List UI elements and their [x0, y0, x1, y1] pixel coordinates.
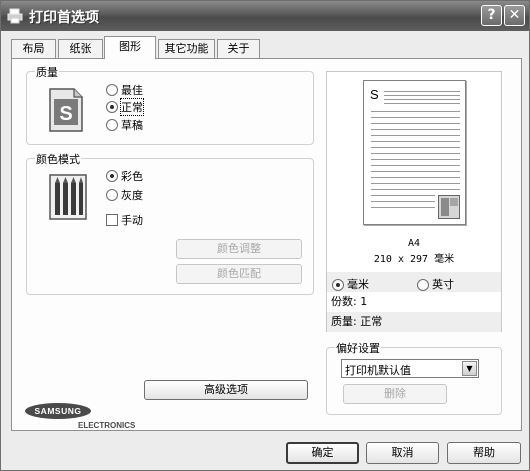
page-preview-letter: S: [370, 87, 379, 102]
delete-favorite-button[interactable]: 删除: [343, 384, 447, 404]
manual-label: 手动: [121, 214, 143, 227]
advanced-options-button[interactable]: 高级选项: [144, 380, 308, 400]
paper-name: A4: [407, 238, 421, 249]
radio-indicator-selected[interactable]: [106, 170, 118, 182]
tab-graphics[interactable]: 图形: [104, 36, 156, 59]
quality-normal-label: 正常: [120, 98, 144, 116]
toner-cartridges-icon: [49, 174, 87, 220]
radio-indicator[interactable]: [106, 84, 118, 96]
checkbox-indicator[interactable]: [106, 214, 118, 226]
help-button[interactable]: 帮助: [447, 442, 521, 464]
quality-draft-label: 草稿: [121, 119, 143, 132]
color-mode-group-label: 颜色模式: [35, 151, 81, 167]
quality-best-radio[interactable]: 最佳: [106, 82, 143, 98]
manual-checkbox[interactable]: 手动: [106, 212, 143, 228]
preview-panel: S A4 210 x 297 毫米 毫米 英寸 份数: 1 质量: 正常: [326, 71, 502, 332]
quality-draft-radio[interactable]: 草稿: [106, 117, 143, 133]
paper-size: 210 x 297 毫米: [373, 254, 455, 265]
radio-indicator[interactable]: [417, 279, 429, 291]
copies-info: 份数: 1: [331, 295, 368, 308]
title-bar[interactable]: 打印首选项 ? ✕: [1, 1, 529, 31]
cancel-button[interactable]: 取消: [366, 442, 439, 464]
quality-info: 质量: 正常: [327, 312, 501, 332]
favorites-group-label: 偏好设置: [335, 340, 381, 356]
page-preview: S: [363, 80, 466, 225]
quality-best-label: 最佳: [121, 84, 143, 97]
radio-indicator-selected[interactable]: [332, 279, 344, 291]
tab-layout[interactable]: 布局: [11, 39, 56, 58]
close-icon[interactable]: ✕: [504, 5, 525, 26]
color-adjust-button[interactable]: 颜色调整: [176, 239, 302, 259]
radio-indicator-selected[interactable]: [106, 101, 118, 113]
color-mode-grayscale-label: 灰度: [121, 189, 143, 202]
print-preferences-dialog: 打印首选项 ? ✕ 布局 纸张 图形 其它功能 关于 质量 S 最佳 正常 草稿…: [0, 0, 530, 471]
favorites-select[interactable]: 打印机默认值 ▼: [341, 359, 479, 378]
document-quality-icon: S: [49, 88, 83, 132]
chevron-down-icon[interactable]: ▼: [462, 361, 477, 376]
svg-text:ELECTRONICS: ELECTRONICS: [78, 421, 135, 430]
ok-button[interactable]: 确定: [286, 442, 359, 464]
units-row: 毫米 英寸: [327, 272, 501, 292]
favorites-selected-value: 打印机默认值: [345, 364, 411, 377]
radio-indicator[interactable]: [106, 119, 118, 131]
image-placeholder-icon: [438, 195, 460, 219]
tab-other-features[interactable]: 其它功能: [158, 39, 215, 58]
tab-about[interactable]: 关于: [217, 39, 260, 58]
quality-normal-radio[interactable]: 正常: [106, 98, 144, 116]
color-match-button[interactable]: 颜色匹配: [176, 264, 302, 284]
radio-indicator[interactable]: [106, 189, 118, 201]
color-mode-color-label: 彩色: [121, 170, 143, 183]
tab-paper[interactable]: 纸张: [58, 39, 103, 58]
color-mode-color-radio[interactable]: 彩色: [106, 168, 143, 184]
help-title-button[interactable]: ?: [481, 5, 502, 26]
document-quality-icon-letter: S: [59, 103, 72, 125]
window-title: 打印首选项: [29, 10, 99, 26]
color-mode-grayscale-radio[interactable]: 灰度: [106, 187, 143, 203]
favorites-group: 偏好设置: [326, 340, 502, 415]
svg-text:SAMSUNG: SAMSUNG: [35, 406, 82, 416]
samsung-logo: SAMSUNG ELECTRONICS: [25, 403, 135, 430]
printer-icon: [7, 8, 23, 24]
quality-group-label: 质量: [35, 64, 59, 80]
